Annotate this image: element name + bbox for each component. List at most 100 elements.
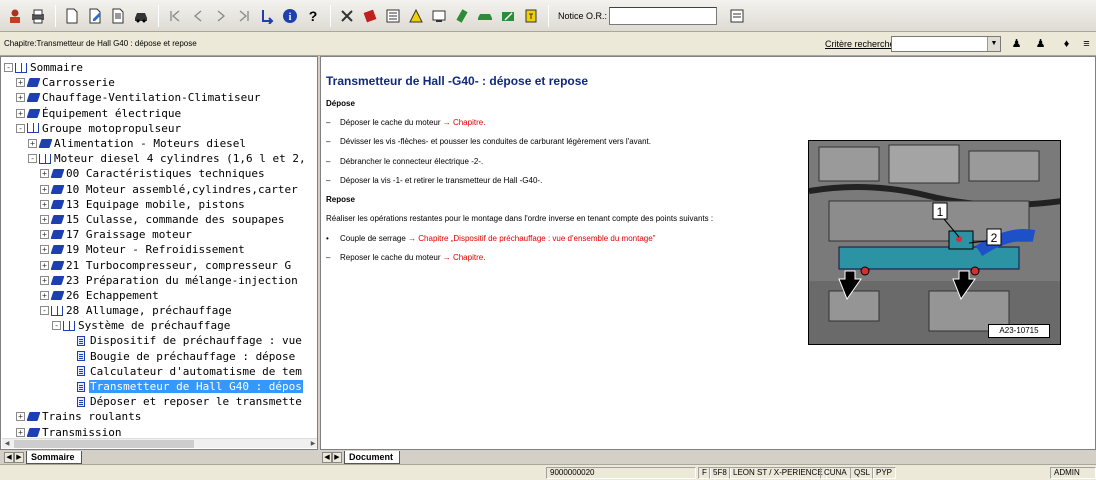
- tree-node[interactable]: + Carrosserie: [1, 75, 317, 90]
- tree-node[interactable]: - Groupe motopropulseur: [1, 121, 317, 136]
- tree-node[interactable]: + Chauffage-Ventilation-Climatiseur: [1, 90, 317, 105]
- next-result-icon[interactable]: ♦: [1057, 35, 1076, 53]
- tree-node[interactable]: +10 Moteur assemblé,cylindres,carter: [1, 182, 317, 197]
- list-icon[interactable]: [382, 5, 404, 27]
- expand-icon[interactable]: +: [16, 78, 25, 88]
- chapitre-link[interactable]: → Chapitre.: [443, 118, 486, 127]
- chevron-down-icon[interactable]: ▼: [987, 37, 1000, 51]
- person-icon[interactable]: [4, 5, 26, 27]
- list-results-icon[interactable]: ≡: [1077, 35, 1096, 53]
- engine-figure[interactable]: 1 2 A23-10715: [808, 140, 1061, 345]
- chapitre-link-2[interactable]: → Chapitre.: [443, 253, 486, 262]
- tree-node-label: Chauffage-Ventilation-Climatiseur: [42, 91, 261, 105]
- tools-icon[interactable]: [336, 5, 358, 27]
- tree-node-label: 21 Turbocompresseur, compresseur G: [66, 258, 292, 272]
- closed-book-icon: [26, 108, 40, 119]
- search-people-icon[interactable]: ♟: [1007, 35, 1026, 53]
- previous-icon[interactable]: [187, 5, 209, 27]
- tree-node[interactable]: +21 Turbocompresseur, compresseur G: [1, 257, 317, 272]
- tree-node[interactable]: + Trains roulants: [1, 409, 317, 424]
- tree-node[interactable]: Bougie de préchauffage : dépose: [1, 349, 317, 364]
- collapse-icon[interactable]: -: [52, 321, 61, 331]
- closed-book-icon: [38, 138, 52, 149]
- expand-icon[interactable]: +: [40, 169, 49, 179]
- tree-node[interactable]: + Alimentation - Moteurs diesel: [1, 136, 317, 151]
- expand-icon[interactable]: +: [16, 412, 25, 422]
- screen-icon[interactable]: [428, 5, 450, 27]
- expand-icon[interactable]: +: [16, 108, 25, 118]
- tree-node[interactable]: + Équipement électrique: [1, 106, 317, 121]
- car-icon[interactable]: [130, 5, 152, 27]
- print-icon[interactable]: [27, 5, 49, 27]
- tab-next-icon[interactable]: ▶: [14, 451, 24, 463]
- tree-node[interactable]: - 28 Allumage, préchauffage: [1, 303, 317, 318]
- next-icon[interactable]: [210, 5, 232, 27]
- tab-prev-icon[interactable]: ◀: [322, 451, 332, 463]
- status-pyp: PYP: [872, 467, 897, 479]
- first-icon[interactable]: [164, 5, 186, 27]
- tree-node[interactable]: +00 Caractéristiques techniques: [1, 166, 317, 181]
- book-icon[interactable]: [359, 5, 381, 27]
- expand-icon[interactable]: +: [40, 214, 49, 224]
- tree-node-label: 28 Allumage, préchauffage: [66, 304, 232, 318]
- tab-sommaire[interactable]: Sommaire: [26, 450, 82, 464]
- toolbar-separator: [548, 4, 549, 27]
- toc-tree: - Sommaire + Carrosserie + Chauffage-Ventilat…: [1, 60, 317, 440]
- tree-node-label: 19 Moteur - Refroidissement: [66, 243, 245, 257]
- car-repair-icon[interactable]: [497, 5, 519, 27]
- expand-icon[interactable]: +: [28, 139, 37, 149]
- warning-icon[interactable]: [405, 5, 427, 27]
- expand-icon[interactable]: +: [40, 230, 49, 240]
- collapse-icon[interactable]: -: [16, 123, 25, 133]
- expand-icon[interactable]: +: [40, 275, 49, 285]
- last-icon[interactable]: [233, 5, 255, 27]
- tree-node[interactable]: +13 Equipage mobile, pistons: [1, 197, 317, 212]
- tree-node[interactable]: +26 Echappement: [1, 288, 317, 303]
- car-green-icon[interactable]: [474, 5, 496, 27]
- tree-node[interactable]: - Système de préchauffage: [1, 318, 317, 333]
- expand-icon[interactable]: +: [40, 290, 49, 300]
- scroll-thumb[interactable]: [14, 440, 194, 448]
- tree-node-label: Carrosserie: [42, 76, 115, 90]
- scroll-left-icon[interactable]: ◀: [2, 439, 12, 449]
- tree-horizontal-scrollbar[interactable]: ◀ ▶: [2, 438, 317, 449]
- edit-document-icon[interactable]: [84, 5, 106, 27]
- document-icon[interactable]: [107, 5, 129, 27]
- key-icon[interactable]: [520, 5, 542, 27]
- tab-prev-icon[interactable]: ◀: [4, 451, 14, 463]
- criteria-select[interactable]: ▼: [891, 36, 1001, 52]
- tree-node[interactable]: - Moteur diesel 4 cylindres (1,6 l et 2,: [1, 151, 317, 166]
- expand-icon[interactable]: +: [40, 184, 49, 194]
- tree-node[interactable]: +17 Graissage moteur: [1, 227, 317, 242]
- new-document-icon[interactable]: [61, 5, 83, 27]
- expand-icon[interactable]: +: [16, 93, 25, 103]
- tree-node[interactable]: Transmetteur de Hall G40 : dépos: [1, 379, 317, 395]
- tree-node[interactable]: Dispositif de préchauffage : vue: [1, 333, 317, 348]
- step-depose-2: – Dévisser les vis -flèches- et pousser l…: [326, 137, 652, 146]
- tab-next-icon[interactable]: ▶: [332, 451, 342, 463]
- back-link-icon[interactable]: [256, 5, 278, 27]
- tree-node[interactable]: Calculateur d'automatisme de tem: [1, 364, 317, 379]
- expand-icon[interactable]: +: [16, 427, 25, 437]
- help-icon[interactable]: ?: [302, 5, 324, 27]
- tree-node[interactable]: +15 Culasse, commande des soupapes: [1, 212, 317, 227]
- tree-node[interactable]: - Sommaire: [1, 60, 317, 75]
- search-people-alt-icon[interactable]: ♟: [1031, 35, 1050, 53]
- expand-icon[interactable]: +: [40, 245, 49, 255]
- open-notice-icon[interactable]: [727, 6, 747, 26]
- pen-icon[interactable]: [451, 5, 473, 27]
- document-page-icon: [75, 351, 87, 362]
- tree-node[interactable]: +23 Préparation du mélange-injection: [1, 273, 317, 288]
- tree-node[interactable]: +19 Moteur - Refroidissement: [1, 242, 317, 257]
- expand-icon[interactable]: +: [40, 199, 49, 209]
- collapse-icon[interactable]: -: [4, 63, 13, 73]
- collapse-icon[interactable]: -: [40, 306, 49, 316]
- tree-node[interactable]: Déposer et reposer le transmette: [1, 394, 317, 409]
- scroll-right-icon[interactable]: ▶: [308, 439, 317, 449]
- tab-document[interactable]: Document: [344, 450, 401, 464]
- chapitre-dispositif-link[interactable]: → Chapitre „Dispositif de préchauffage :…: [408, 234, 655, 243]
- collapse-icon[interactable]: -: [28, 154, 37, 164]
- info-icon[interactable]: i: [279, 5, 301, 27]
- expand-icon[interactable]: +: [40, 260, 49, 270]
- notice-input[interactable]: [609, 6, 718, 25]
